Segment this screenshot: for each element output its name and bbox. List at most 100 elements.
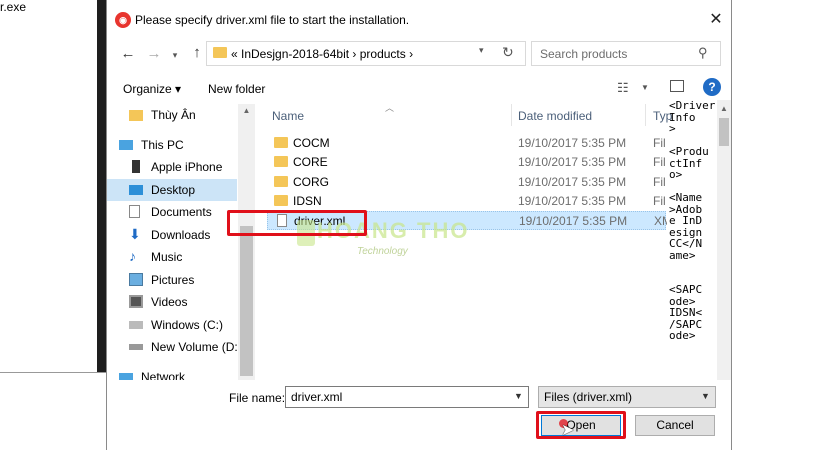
sidebar-item-windows-c[interactable]: Windows (C:) xyxy=(107,314,237,336)
filename-field[interactable]: driver.xml ▼ xyxy=(285,386,529,408)
chevron-down-icon[interactable]: ▾ xyxy=(479,45,484,56)
watermark-subtitle: Technology xyxy=(357,246,408,257)
sidebar-item-desktop[interactable]: Desktop xyxy=(107,179,237,201)
back-arrow-icon[interactable]: ← xyxy=(117,45,139,65)
sidebar-item-music[interactable]: ♪ Music xyxy=(107,246,237,268)
table-row[interactable]: COCM 19/10/2017 5:35 PM File xyxy=(267,134,666,153)
scroll-up-arrow-icon[interactable]: ▲ xyxy=(238,106,255,115)
annotation-highlight-file xyxy=(227,210,367,236)
file-type: File xyxy=(653,175,666,189)
filename-label: File name: xyxy=(229,391,286,405)
drive-icon xyxy=(129,344,143,350)
sidebar-item-network[interactable]: Network xyxy=(107,369,227,380)
table-row[interactable]: IDSN 19/10/2017 5:35 PM File xyxy=(267,192,666,211)
refresh-icon[interactable]: ↻ xyxy=(502,44,514,61)
sidebar-item-label: Music xyxy=(151,250,183,264)
search-placeholder: Search products xyxy=(540,47,628,61)
sidebar-item-this-pc[interactable]: This PC xyxy=(107,134,227,156)
sidebar-item-label: Apple iPhone xyxy=(151,160,223,174)
command-bar: Organize ▾ New folder ☷ ▼ ? xyxy=(107,74,731,104)
preview-text: <Driver Info > <Produ ctInf o> <Name >Ad… xyxy=(669,100,716,342)
sidebar-item-label: Documents xyxy=(151,205,212,219)
computer-icon xyxy=(119,140,133,150)
chevron-down-icon[interactable]: ▼ xyxy=(514,391,523,401)
sort-ascending-icon: ︿ xyxy=(385,103,395,113)
folder-icon xyxy=(274,195,288,206)
help-icon[interactable]: ? xyxy=(703,78,721,96)
file-date: 19/10/2017 5:35 PM xyxy=(518,175,627,189)
column-header-date[interactable]: Date modified xyxy=(518,109,592,123)
folder-icon xyxy=(274,176,288,187)
sidebar-item-videos[interactable]: Videos xyxy=(107,291,237,313)
organize-button[interactable]: Organize ▾ xyxy=(123,82,181,96)
address-bar[interactable]: « InDesjgn-2018-64bit › products › ▾ ↻ xyxy=(206,41,526,66)
sidebar-item-label: Thùy Ân xyxy=(151,108,196,122)
file-date: 19/10/2017 5:35 PM xyxy=(518,155,627,169)
sidebar-item-apple-iphone[interactable]: Apple iPhone xyxy=(107,156,237,178)
file-date: 19/10/2017 5:35 PM xyxy=(519,214,628,228)
drive-icon xyxy=(129,321,143,329)
folder-icon xyxy=(129,110,143,121)
sidebar-item-pictures[interactable]: Pictures xyxy=(107,269,237,291)
up-arrow-icon[interactable]: ↑ xyxy=(186,44,208,64)
search-icon: ⚲ xyxy=(698,45,708,60)
chevron-down-icon[interactable]: ▼ xyxy=(641,83,649,92)
preview-scrollbar-thumb[interactable] xyxy=(719,118,729,146)
sidebar-item-label: Windows (C:) xyxy=(151,318,224,332)
chevron-down-icon[interactable]: ▼ xyxy=(701,391,710,401)
music-icon: ♪ xyxy=(129,248,136,264)
background-exe-label: r.exe xyxy=(0,0,27,14)
file-type: File xyxy=(653,155,666,169)
desktop-icon xyxy=(129,185,143,195)
table-row[interactable]: CORG 19/10/2017 5:35 PM File xyxy=(267,173,666,192)
folder-icon xyxy=(274,156,288,167)
sidebar-item-label: Pictures xyxy=(151,273,195,287)
videos-icon xyxy=(129,295,143,308)
sidebar-item-label: Downloads xyxy=(151,228,211,242)
pictures-icon xyxy=(129,273,143,286)
open-file-dialog: ◉ Please specify driver.xml file to star… xyxy=(106,0,732,450)
sidebar-item-label: This PC xyxy=(141,138,184,152)
file-date: 19/10/2017 5:35 PM xyxy=(518,194,627,208)
recent-locations-chevron-icon[interactable]: ▾ xyxy=(167,45,183,65)
close-button[interactable]: ✕ xyxy=(703,8,729,32)
navigation-scrollbar-thumb[interactable] xyxy=(240,226,253,376)
sidebar-item-user-folder[interactable]: Thùy Ân xyxy=(107,104,237,126)
mouse-cursor-icon: ➤ xyxy=(561,422,575,439)
sidebar-item-documents[interactable]: Documents xyxy=(107,201,237,223)
column-divider[interactable] xyxy=(645,104,646,126)
cancel-button[interactable]: Cancel xyxy=(635,415,715,436)
background-window: r.exe xyxy=(0,0,100,450)
breadcrumb[interactable]: « InDesjgn-2018-64bit › products › xyxy=(231,47,413,61)
scroll-up-arrow-icon[interactable]: ▲ xyxy=(717,104,731,113)
navigation-pane: Thùy Ân This PC Apple iPhone Desktop Doc… xyxy=(107,104,239,380)
forward-arrow-icon[interactable]: → xyxy=(143,45,165,65)
file-name: COCM xyxy=(293,136,330,150)
downloads-icon: ⬇ xyxy=(129,226,141,242)
column-divider[interactable] xyxy=(511,104,512,126)
sidebar-item-new-volume-d[interactable]: New Volume (D: xyxy=(107,336,238,358)
sidebar-item-label: New Volume (D: xyxy=(151,340,238,354)
new-folder-button[interactable]: New folder xyxy=(208,82,265,96)
folder-icon xyxy=(213,47,227,58)
search-input[interactable]: Search products ⚲ xyxy=(531,41,721,66)
phone-icon xyxy=(132,160,140,173)
preview-pane: <Driver Info > <Produ ctInf o> <Name >Ad… xyxy=(669,100,717,380)
folder-icon xyxy=(274,137,288,148)
table-row[interactable]: CORE 19/10/2017 5:35 PM File xyxy=(267,153,666,172)
column-header-name[interactable]: Name xyxy=(272,109,304,123)
view-options-icon[interactable]: ☷ xyxy=(617,80,629,96)
background-window-edge xyxy=(97,0,106,372)
preview-pane-icon[interactable] xyxy=(670,80,684,92)
filetype-select[interactable]: Files (driver.xml) ▼ xyxy=(538,386,716,408)
documents-icon xyxy=(129,205,140,218)
filetype-value: Files (driver.xml) xyxy=(544,390,633,404)
file-name: IDSN xyxy=(293,194,322,208)
file-name: CORE xyxy=(293,155,328,169)
file-type: File xyxy=(653,136,666,150)
file-name: CORG xyxy=(293,175,329,189)
file-date: 19/10/2017 5:35 PM xyxy=(518,136,627,150)
sidebar-item-downloads[interactable]: ⬇ Downloads xyxy=(107,224,237,246)
dialog-title: Please specify driver.xml file to start … xyxy=(135,13,410,27)
background-divider xyxy=(0,372,106,373)
